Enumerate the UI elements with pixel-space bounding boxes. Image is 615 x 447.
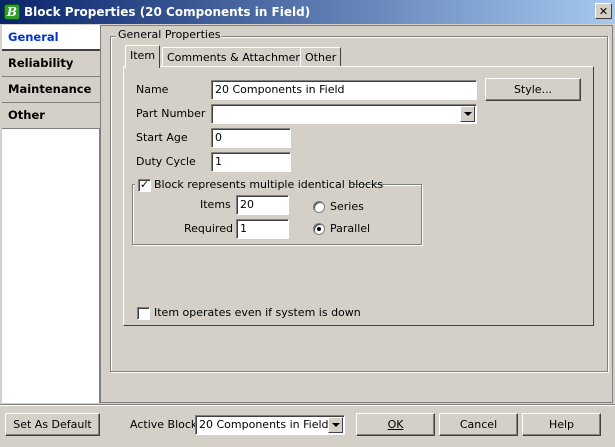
sidebar-item-reliability[interactable]: Reliability (2, 51, 100, 77)
series-label: Series (330, 200, 364, 213)
active-block-combo[interactable]: 20 Components in Field (195, 415, 345, 435)
operates-checkbox[interactable] (137, 307, 150, 320)
sidebar-item-label: Reliability (8, 56, 74, 70)
cancel-button[interactable]: Cancel (439, 413, 518, 436)
operates-label: Item operates even if system is down (154, 306, 361, 319)
sidebar-nav: General Reliability Maintenance Other (2, 25, 100, 403)
chevron-down-icon[interactable] (460, 106, 475, 122)
ok-button[interactable]: OK (356, 413, 435, 436)
active-block-label: Active Block: (130, 418, 201, 431)
sidebar-item-label: Maintenance (8, 82, 92, 96)
tab-label: Other (305, 51, 337, 64)
sidebar-item-general[interactable]: General (2, 25, 100, 51)
tab-other[interactable]: Other (300, 47, 342, 67)
sidebar-item-label: Other (8, 108, 45, 122)
sidebar-item-maintenance[interactable]: Maintenance (2, 77, 100, 103)
duty-cycle-input[interactable]: 1 (211, 152, 291, 172)
window-title: Block Properties (20 Components in Field… (24, 5, 311, 19)
required-input[interactable]: 1 (236, 219, 289, 239)
style-button[interactable]: Style... (485, 78, 581, 101)
title-bar: B Block Properties (20 Components in Fie… (0, 0, 615, 24)
parallel-radio[interactable] (313, 223, 325, 235)
items-input[interactable]: 20 (236, 195, 289, 215)
combo-value: 20 Components in Field (199, 418, 329, 431)
tab-label: Item (130, 49, 156, 62)
multiple-blocks-label: Block represents multiple identical bloc… (154, 178, 384, 191)
set-as-default-button[interactable]: Set As Default (5, 413, 100, 436)
series-radio[interactable] (313, 201, 325, 213)
part-number-label: Part Number (136, 107, 206, 120)
footer-divider (0, 404, 615, 406)
close-button[interactable]: ✕ (595, 3, 612, 19)
start-age-label: Start Age (136, 131, 188, 144)
close-icon: ✕ (598, 4, 609, 18)
name-label: Name (136, 83, 169, 96)
button-label: Style... (513, 83, 553, 96)
group-title: General Properties (116, 28, 223, 41)
required-label: Required (184, 222, 233, 235)
parallel-label: Parallel (330, 222, 371, 235)
sidebar-item-other[interactable]: Other (2, 103, 100, 129)
sidebar-item-label: General (8, 30, 59, 44)
name-input[interactable]: 20 Components in Field (211, 80, 477, 100)
button-label: Cancel (459, 418, 498, 431)
part-number-combo[interactable] (211, 104, 477, 124)
tab-item[interactable]: Item (125, 45, 161, 68)
button-label: Help (548, 418, 575, 431)
button-label: OK (387, 418, 404, 431)
button-label: Set As Default (13, 418, 92, 431)
app-logo-icon: B (4, 4, 20, 20)
chevron-down-icon[interactable] (328, 417, 343, 433)
check-icon: ✓ (139, 178, 150, 191)
multiple-blocks-checkbox[interactable]: ✓ (138, 179, 151, 192)
tab-label: Comments & Attachments (167, 51, 313, 64)
start-age-input[interactable]: 0 (211, 128, 291, 148)
duty-cycle-label: Duty Cycle (136, 155, 196, 168)
tab-comments-attachments[interactable]: Comments & Attachments (162, 47, 318, 67)
help-button[interactable]: Help (522, 413, 601, 436)
items-label: Items (200, 198, 231, 211)
